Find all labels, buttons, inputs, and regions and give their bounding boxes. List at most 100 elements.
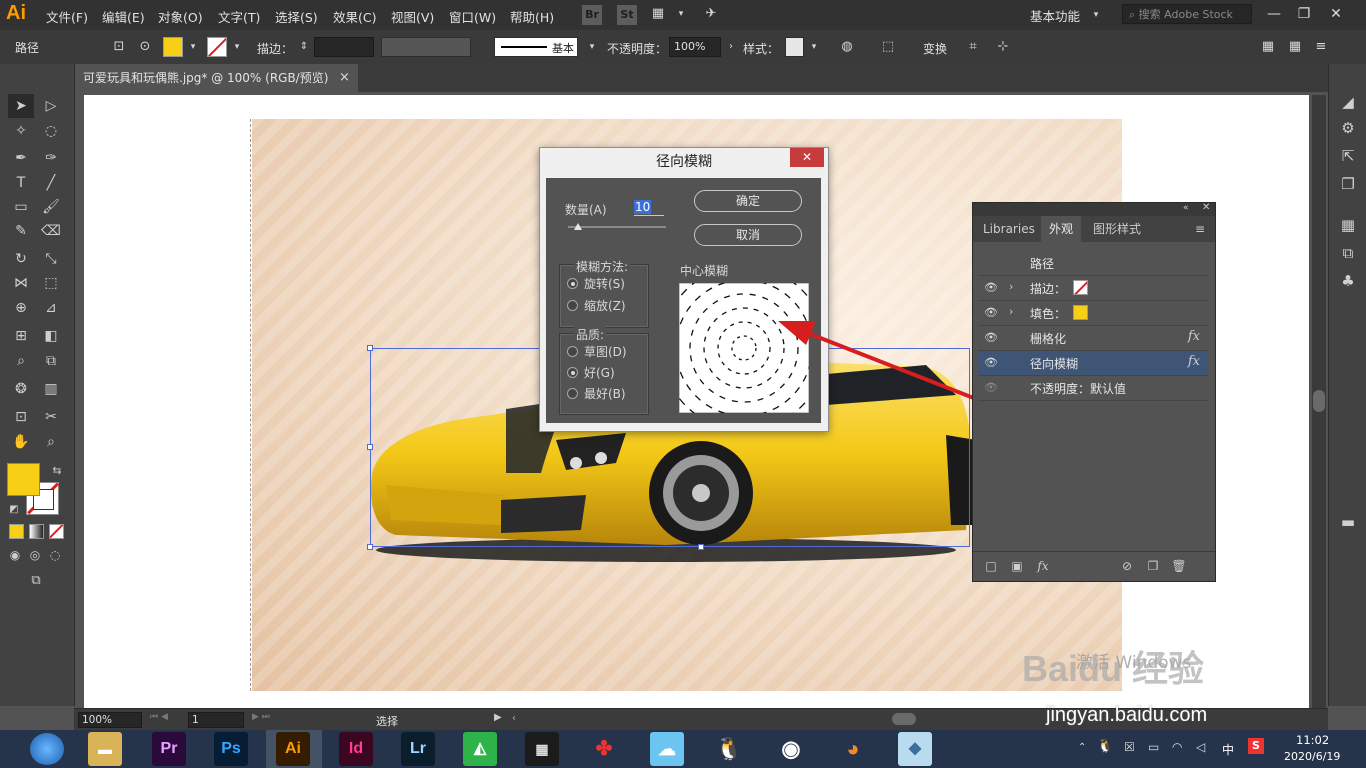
free-transform-tool-icon[interactable]: ⬚: [40, 272, 62, 294]
menu-select[interactable]: 选择(S): [275, 7, 318, 26]
status-menu-icon[interactable]: ▶: [494, 712, 502, 723]
eraser-tool-icon[interactable]: ⌫: [40, 220, 62, 242]
puppet-warp-icon[interactable]: ⊹: [995, 39, 1011, 55]
menu-type[interactable]: 文字(T): [218, 7, 260, 26]
scale-tool-icon[interactable]: ⤡: [40, 248, 62, 270]
align-icon[interactable]: ⬚: [880, 39, 896, 55]
browser-icon[interactable]: ◕: [836, 732, 870, 766]
qq-icon[interactable]: 🐧: [712, 732, 746, 766]
stroke-weight-input[interactable]: [314, 37, 374, 57]
amount-slider-track[interactable]: [568, 226, 666, 228]
chevron-down-icon[interactable]: ▾: [673, 6, 689, 22]
column-graph-tool-icon[interactable]: ▥: [40, 378, 62, 400]
panel-grid-icon[interactable]: ▦: [1287, 39, 1303, 55]
selection-tool-icon[interactable]: ➤: [10, 95, 32, 117]
good-radio[interactable]: [567, 367, 578, 378]
stroke-none-swatch[interactable]: [1073, 280, 1088, 295]
chevron-down-icon[interactable]: ▾: [185, 39, 201, 55]
vertical-scrollbar-thumb[interactable]: [1313, 390, 1325, 412]
draw-behind-icon[interactable]: ◎: [24, 544, 46, 566]
tab-libraries[interactable]: Libraries: [975, 216, 1043, 242]
symbols-panel-icon[interactable]: ⚙: [1338, 118, 1358, 138]
ime-indicator[interactable]: 中: [1222, 741, 1234, 758]
fill-swatch[interactable]: [163, 37, 183, 57]
menu-object[interactable]: 对象(O): [158, 7, 203, 26]
selection-handle[interactable]: [367, 345, 373, 351]
notes-app-icon[interactable]: ◆: [898, 732, 932, 766]
fill-color-indicator[interactable]: [7, 463, 40, 496]
tray-expand-icon[interactable]: ⌃: [1078, 742, 1086, 753]
selection-handle[interactable]: [367, 544, 373, 550]
zoom-tool-icon[interactable]: ⌕: [40, 431, 62, 453]
tab-graphic-styles[interactable]: 图形样式: [1085, 216, 1149, 242]
spin-radio-label[interactable]: 旋转(S): [584, 275, 625, 292]
illustrator-taskbar-icon[interactable]: Ai: [276, 732, 310, 766]
isolate-icon[interactable]: ⊡: [111, 39, 127, 55]
magic-wand-tool-icon[interactable]: ✧: [10, 120, 32, 142]
amount-slider-thumb[interactable]: [573, 223, 582, 230]
premiere-icon[interactable]: Pr: [152, 732, 186, 766]
shape-builder-tool-icon[interactable]: ⊕: [10, 297, 32, 319]
artboard-tool-icon[interactable]: ⊡: [10, 406, 32, 428]
tray-app-icon[interactable]: ☒: [1124, 740, 1135, 754]
eyedropper-tool-icon[interactable]: ⌕: [10, 350, 32, 372]
tab-appearance[interactable]: 外观: [1041, 216, 1082, 242]
close-tab-icon[interactable]: ×: [339, 70, 350, 85]
target-icon[interactable]: ⊙: [137, 39, 153, 55]
fill-yellow-swatch[interactable]: [1073, 305, 1088, 320]
chrome-icon[interactable]: ◉: [774, 732, 808, 766]
paintbrush-tool-icon[interactable]: 🖌: [40, 196, 62, 218]
appearance-row-radial-blur[interactable]: 👁 径向模糊 fx: [978, 351, 1208, 376]
transform-link[interactable]: 变换: [923, 40, 947, 57]
gradient-tool-icon[interactable]: ◧: [40, 325, 62, 347]
none-mode-icon[interactable]: [49, 524, 64, 539]
horizontal-scrollbar-thumb[interactable]: [892, 713, 916, 725]
indesign-icon[interactable]: Id: [339, 732, 373, 766]
lasso-tool-icon[interactable]: ◌: [40, 120, 62, 142]
chevron-right-icon[interactable]: ›: [1009, 305, 1013, 318]
stroke-swatch[interactable]: [207, 37, 227, 57]
video-editor-icon[interactable]: ▦: [525, 732, 559, 766]
swatches-panel-icon[interactable]: ▦: [1338, 215, 1358, 235]
chevron-down-icon[interactable]: ▾: [584, 39, 600, 55]
export-panel-icon[interactable]: ⇱: [1338, 146, 1358, 166]
zoom-level-select[interactable]: 100%: [78, 712, 142, 728]
lightroom-icon[interactable]: Lr: [401, 732, 435, 766]
rectangle-tool-icon[interactable]: ▭: [10, 196, 32, 218]
clear-appearance-icon[interactable]: ⊘: [1119, 558, 1135, 574]
artboard-number-select[interactable]: 1: [188, 712, 244, 728]
cloud-app-icon[interactable]: ☁: [650, 732, 684, 766]
appearance-row-stroke[interactable]: 👁 › 描边：: [978, 276, 1208, 301]
menu-help[interactable]: 帮助(H): [510, 7, 554, 26]
visibility-eye-icon[interactable]: 👁: [984, 281, 998, 295]
appearance-row-fill[interactable]: 👁 › 填色：: [978, 301, 1208, 326]
hand-tool-icon[interactable]: ✋: [10, 431, 32, 453]
club-panel-icon[interactable]: ♣: [1338, 271, 1358, 291]
tray-volume-icon[interactable]: ◁: [1196, 740, 1205, 754]
stock-search-input[interactable]: ⌕ 搜索 Adobe Stock: [1122, 4, 1252, 24]
default-colors-icon[interactable]: ◩: [3, 499, 25, 521]
brush-definition[interactable]: 基本: [494, 37, 578, 57]
direct-selection-tool-icon[interactable]: ▷: [40, 95, 62, 117]
layers-panel-icon[interactable]: ❐: [1338, 174, 1358, 194]
last-artboard-icon[interactable]: ▶ ⏭: [252, 712, 270, 722]
chevron-down-icon[interactable]: ▾: [806, 39, 822, 55]
menu-window[interactable]: 窗口(W): [449, 7, 496, 26]
draw-inside-icon[interactable]: ◌: [44, 544, 66, 566]
pinwheel-app-icon[interactable]: ✤: [587, 732, 621, 766]
draw-normal-icon[interactable]: ◉: [4, 544, 26, 566]
best-radio[interactable]: [567, 388, 578, 399]
draft-radio[interactable]: [567, 346, 578, 357]
shaper-tool-icon[interactable]: ✎: [10, 220, 32, 242]
visibility-eye-icon[interactable]: 👁: [984, 331, 998, 345]
swap-colors-icon[interactable]: ⇆: [46, 460, 68, 482]
scroll-left-icon[interactable]: ‹: [512, 713, 516, 724]
sogou-ime-icon[interactable]: S: [1248, 738, 1264, 754]
delete-item-icon[interactable]: 🗑: [1171, 558, 1187, 574]
symbol-sprayer-tool-icon[interactable]: ❂: [10, 378, 32, 400]
arrange-documents-icon[interactable]: ▦: [650, 6, 666, 22]
green-app-icon[interactable]: ◭: [463, 732, 497, 766]
selection-handle[interactable]: [367, 444, 373, 450]
close-panel-icon[interactable]: ✕: [1202, 202, 1210, 213]
chevron-down-icon[interactable]: ▾: [1088, 7, 1104, 23]
